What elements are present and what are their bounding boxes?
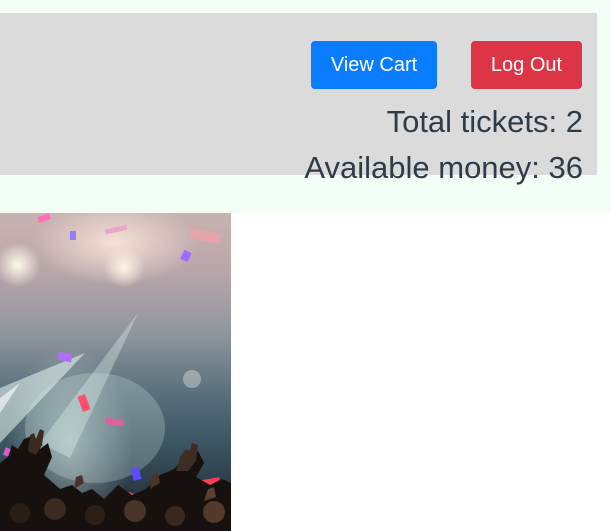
available-money-text: Available money: 36 bbox=[304, 150, 583, 185]
confetti bbox=[57, 351, 73, 363]
confetti bbox=[180, 249, 192, 263]
crowd-head bbox=[165, 506, 185, 526]
crowd-head bbox=[10, 503, 30, 523]
confetti bbox=[104, 224, 128, 235]
confetti bbox=[37, 213, 51, 223]
confetti bbox=[189, 227, 221, 245]
view-cart-button[interactable]: View Cart bbox=[311, 41, 437, 89]
concert-illustration bbox=[0, 213, 231, 531]
crowd-head bbox=[203, 501, 225, 523]
crowd-head bbox=[124, 500, 146, 522]
crowd-head bbox=[85, 505, 105, 525]
light-flare bbox=[183, 370, 201, 388]
log-out-button[interactable]: Log Out bbox=[471, 41, 582, 89]
concert-crowd-image bbox=[0, 213, 231, 531]
crowd-head bbox=[44, 498, 66, 520]
user-header-panel: View Cart Log Out Total tickets: 2 Avail… bbox=[0, 13, 597, 185]
confetti bbox=[70, 231, 76, 240]
total-tickets-text: Total tickets: 2 bbox=[386, 104, 583, 139]
